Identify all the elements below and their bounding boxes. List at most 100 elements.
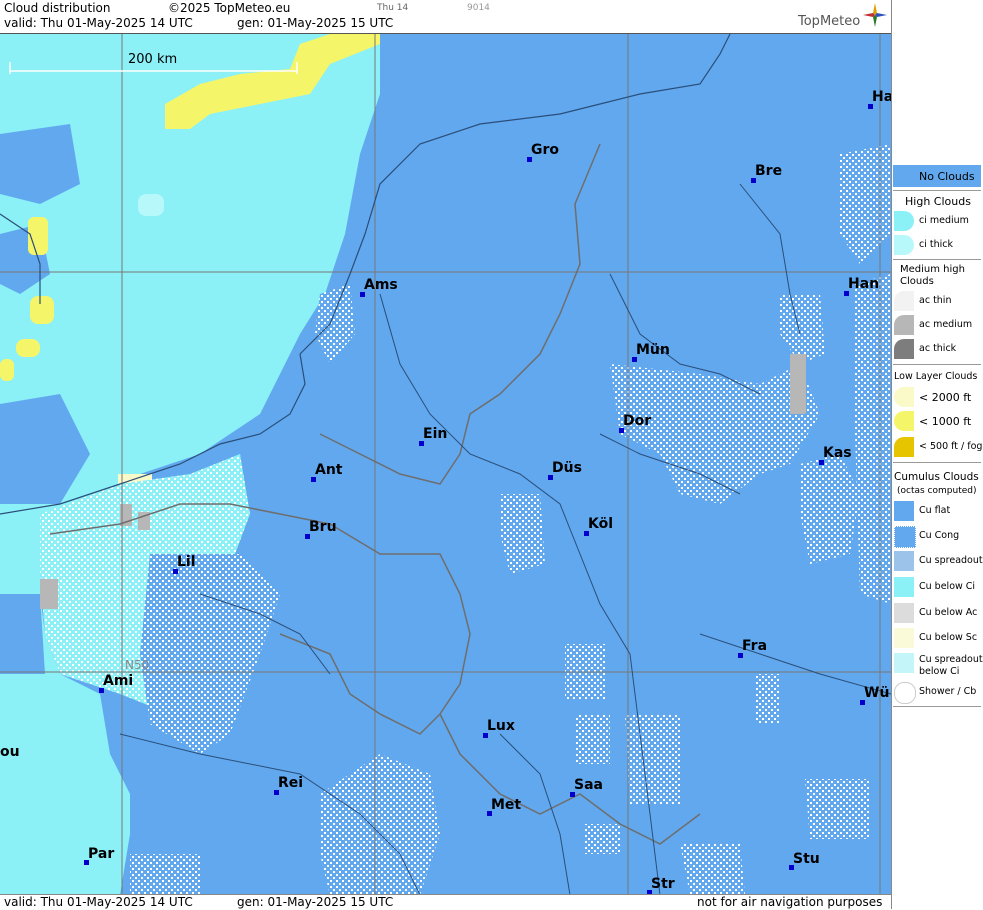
cu-area [130, 854, 200, 895]
legend-low-title: Low Layer Clouds [894, 371, 978, 382]
copyright: ©2025 TopMeteo.eu [168, 1, 291, 15]
scale-label: 200 km [128, 52, 178, 67]
legend-cu-spread-ci: Cu spreadout below Ci [893, 652, 983, 682]
ac-medium-swatch [894, 315, 914, 335]
legend-cu-cong: Cu Cong [893, 525, 981, 548]
city-label: Ein [423, 426, 448, 442]
legend-low-500: < 500 ft / fog [893, 436, 982, 458]
cu-flat-swatch [894, 501, 914, 521]
legend-low-2000: < 2000 ft [893, 386, 981, 408]
map-header: Cloud distribution ©2025 TopMeteo.eu Thu… [0, 0, 891, 32]
cu-area [625, 714, 680, 804]
legend-medium-title: Medium high Clouds [900, 264, 965, 287]
cu-area [575, 714, 610, 764]
city-label: Gro [531, 142, 560, 158]
legend-cu-below-sc: Cu below Sc [893, 627, 981, 649]
low-cloud-patch [16, 339, 40, 357]
city-label: Düs [552, 460, 582, 476]
border [319, 143, 601, 485]
city-label: Ha [872, 89, 891, 105]
footer-valid-time: valid: Thu 01-May-2025 14 UTC [4, 895, 193, 909]
ci-medium-swatch [894, 211, 914, 231]
topmeteo-logo: TopMeteo [798, 14, 861, 29]
city-label: Köl [588, 516, 614, 532]
latitude-label: N50 [125, 658, 150, 672]
city-label: Bru [309, 519, 337, 535]
legend-divider [893, 259, 981, 260]
low-cloud-patch [0, 359, 14, 381]
legend-ci-thick: ci thick [893, 234, 981, 256]
city-label: Wü [864, 685, 890, 701]
legend-ac-thin: ac thin [893, 290, 981, 312]
city-label: Ams [364, 277, 398, 293]
map-footer: valid: Thu 01-May-2025 14 UTC gen: 01-Ma… [0, 894, 891, 910]
city-label: Rei [278, 775, 304, 791]
cu-area [840, 144, 891, 264]
cu-area [315, 284, 355, 364]
city-label: ou [0, 744, 20, 760]
city-label: Str [651, 876, 675, 892]
disclaimer: not for air navigation purposes [697, 895, 883, 909]
city-label: Met [491, 797, 522, 813]
low-cloud-patch [30, 296, 54, 324]
low-500-swatch [894, 437, 914, 457]
time-tag: Thu 14 [377, 3, 409, 13]
city-label: Par [88, 846, 115, 862]
city-label: Mün [636, 342, 670, 358]
legend-divider [893, 190, 981, 191]
gen-time: gen: 01-May-2025 15 UTC [237, 16, 394, 30]
legend-ac-medium: ac medium [893, 314, 981, 336]
ac-thick-swatch [894, 339, 914, 359]
border [279, 633, 441, 735]
shower-icon [894, 682, 916, 704]
cu-area [800, 454, 860, 564]
city-label: Stu [793, 851, 820, 867]
legend-low-1000: < 1000 ft [893, 410, 981, 432]
compass-icon [863, 3, 887, 27]
legend-ci-medium: ci medium [893, 210, 981, 232]
cloud-map[interactable]: 200 km N50 Gro Bre Ha Ams Han Mün Ein Do… [0, 33, 891, 895]
city-label: Han [848, 276, 880, 292]
ac-medium-patch [40, 579, 58, 609]
legend-cu-spread: Cu spreadout [893, 550, 983, 572]
cu-area [500, 494, 545, 574]
map-title: Cloud distribution [4, 1, 111, 15]
legend-shower: Shower / Cb [893, 681, 981, 704]
legend-panel: No Clouds High Clouds ci medium ci thick… [891, 0, 983, 909]
cu-spread-swatch [894, 551, 914, 571]
legend-no-clouds: No Clouds [893, 165, 981, 187]
cu-cong-swatch [894, 526, 916, 548]
city-label: Bre [755, 163, 783, 179]
legend-ac-thick: ac thick [893, 338, 981, 360]
ci-thick-swatch [894, 235, 914, 255]
legend-cu-flat: Cu flat [893, 500, 981, 522]
cu-area [320, 754, 440, 895]
legend-divider [893, 706, 981, 707]
cu-spread-ci-swatch [894, 653, 914, 673]
legend-cu-title: Cumulus Clouds [894, 471, 979, 483]
city-label: Lil [177, 554, 196, 570]
legend-high-title: High Clouds [905, 195, 971, 208]
city-label: Saa [574, 777, 603, 793]
low-2000-swatch [894, 387, 914, 407]
footer-gen-time: gen: 01-May-2025 15 UTC [237, 895, 394, 909]
city-label: Lux [487, 718, 515, 734]
city-label: Kas [823, 445, 852, 461]
map-code: 9014 [467, 3, 490, 13]
cu-area [855, 274, 891, 604]
cu-area [805, 779, 870, 839]
city-label: Ami [103, 673, 134, 689]
cu-below-sc-swatch [894, 628, 914, 648]
city-label: Ant [315, 462, 343, 478]
cu-below-ac-swatch [894, 603, 914, 623]
legend-divider [893, 462, 981, 463]
cu-area [755, 674, 780, 724]
low-1000-swatch [894, 411, 914, 431]
clear-patch [0, 594, 45, 674]
legend-cu-below-ci: Cu below Ci [893, 576, 981, 598]
legend-cu-subtitle: (octas computed) [897, 486, 977, 496]
cu-below-ci-swatch [894, 577, 914, 597]
city-label: Fra [742, 638, 768, 654]
ac-medium-patch [790, 354, 806, 414]
cu-area [140, 554, 280, 754]
